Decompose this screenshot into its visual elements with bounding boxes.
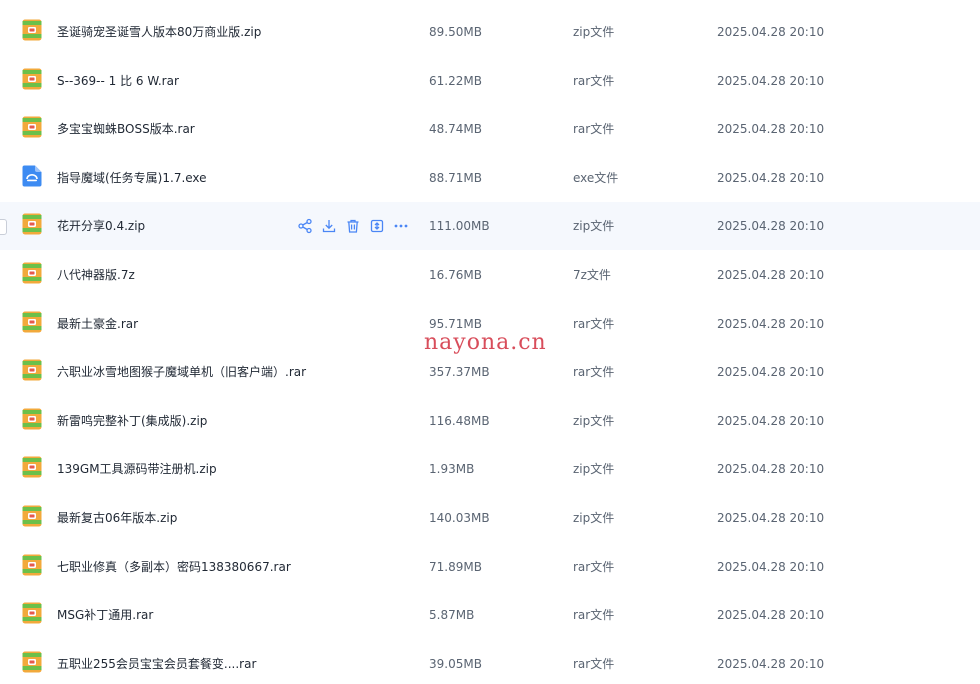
file-type: exe文件 [573,170,619,185]
file-name[interactable]: 多宝宝蜘蛛BOSS版本.rar [57,105,195,153]
archive-icon [22,213,42,235]
archive-icon [22,19,42,41]
archive-icon [22,359,42,381]
file-name[interactable]: 七职业修真（多副本）密码138380667.rar [57,543,291,591]
file-type: zip文件 [573,413,615,428]
file-row[interactable]: 最新复古06年版本.zip 140.03MB zip文件 2025.04.28 20:… [0,494,980,542]
file-date: 2025.04.28 20:10 [717,122,825,137]
archive-icon [22,408,42,430]
file-row[interactable]: 139GM工具源码带注册机.zip 1.93MB zip文件 2025.04.28 2… [0,445,980,493]
file-name[interactable]: 最新复古06年版本.zip [57,494,177,542]
file-date: 2025.04.28 20:10 [717,559,825,574]
file-row[interactable]: 指导魔域(任务专属)1.7.exe 88.71MB exe文件 2025.04.28 … [0,154,980,202]
archive-icon [22,602,42,624]
file-name[interactable]: 最新土豪金.rar [57,300,138,348]
file-row[interactable]: 花开分享0.4.zip 111.00MB zip文件 2025.04.28 20:1… [0,202,980,251]
file-name[interactable]: 八代神器版.7z [57,251,135,299]
move-icon[interactable] [369,218,385,234]
file-name[interactable]: 139GM工具源码带注册机.zip [57,445,217,493]
share-icon[interactable] [297,218,313,234]
file-date: 2025.04.28 20:10 [717,170,825,185]
file-size: 88.71MB [429,170,482,185]
file-name[interactable]: 新雷鸣完整补丁(集成版).zip [57,397,207,445]
file-size: 61.22MB [429,73,482,88]
file-row[interactable]: 八代神器版.7z 16.76MB 7z文件 2025.04.28 20:10 [0,251,980,299]
archive-icon [22,505,42,527]
file-date: 2025.04.28 20:10 [717,268,825,282]
file-type: rar文件 [573,656,615,671]
file-size: 16.76MB [429,268,482,282]
file-size: 71.89MB [429,559,482,574]
file-name[interactable]: MSG补丁通用.rar [57,591,153,639]
file-type: zip文件 [573,219,615,234]
file-type: 7z文件 [573,268,611,282]
archive-icon [22,116,42,138]
file-date: 2025.04.28 20:10 [717,365,825,380]
row-actions [297,218,409,234]
download-icon[interactable] [321,218,337,234]
watermark: nayona.cn [424,330,547,355]
file-row[interactable]: 五职业255会员宝宝会员套餐变....rar 39.05MB rar文件 2025.0… [0,640,980,684]
file-date: 2025.04.28 20:10 [717,413,825,428]
file-name[interactable]: 五职业255会员宝宝会员套餐变....rar [57,640,256,684]
file-type: rar文件 [573,73,615,88]
file-size: 89.50MB [429,25,482,39]
file-row[interactable]: 七职业修真（多副本）密码138380667.rar 71.89MB rar文件 202… [0,543,980,591]
file-name[interactable]: 圣诞骑宠圣诞雪人版本80万商业版.zip [57,8,261,56]
file-row[interactable]: 六职业冰雪地图猴子魔域单机（旧客户端）.rar 357.37MB rar文件 2025… [0,348,980,396]
file-row[interactable]: 新雷鸣完整补丁(集成版).zip 116.48MB zip文件 2025.04.28 … [0,397,980,445]
file-size: 39.05MB [429,656,482,671]
file-date: 2025.04.28 20:10 [717,219,825,234]
archive-icon [22,262,42,284]
archive-icon [22,311,42,333]
file-date: 2025.04.28 20:10 [717,73,825,88]
file-type: zip文件 [573,25,615,39]
file-name[interactable]: 六职业冰雪地图猴子魔域单机（旧客户端）.rar [57,348,306,396]
file-name[interactable]: S--369-- 1 比 6 W.rar [57,57,179,105]
file-date: 2025.04.28 20:10 [717,656,825,671]
trash-icon[interactable] [345,218,361,234]
file-type: rar文件 [573,316,615,331]
archive-icon [22,456,42,478]
row-checkbox[interactable] [0,219,7,236]
file-type: rar文件 [573,122,615,137]
file-date: 2025.04.28 20:10 [717,462,825,477]
file-row[interactable]: S--369-- 1 比 6 W.rar 61.22MB rar文件 2025.04.… [0,57,980,105]
file-type: rar文件 [573,559,615,574]
file-size: 1.93MB [429,462,475,477]
file-name[interactable]: 花开分享0.4.zip [57,202,145,250]
file-size: 111.00MB [429,219,490,234]
archive-icon [22,68,42,90]
exe-icon [22,165,42,187]
file-date: 2025.04.28 20:10 [717,316,825,331]
file-size: 140.03MB [429,511,490,525]
more-icon[interactable] [393,218,409,234]
file-date: 2025.04.28 20:10 [717,25,825,39]
file-size: 357.37MB [429,365,490,380]
file-date: 2025.04.28 20:10 [717,608,825,623]
file-size: 116.48MB [429,413,490,428]
file-type: rar文件 [573,608,615,623]
file-type: zip文件 [573,462,615,477]
file-name[interactable]: 指导魔域(任务专属)1.7.exe [57,154,207,202]
file-date: 2025.04.28 20:10 [717,511,825,525]
archive-icon [22,651,42,673]
file-type: rar文件 [573,365,615,380]
file-row[interactable]: 圣诞骑宠圣诞雪人版本80万商业版.zip 89.50MB zip文件 2025.04.… [0,8,980,56]
archive-icon [22,554,42,576]
file-size: 48.74MB [429,122,482,137]
file-row[interactable]: 多宝宝蜘蛛BOSS版本.rar 48.74MB rar文件 2025.04.28 20… [0,105,980,153]
file-type: zip文件 [573,511,615,525]
file-size: 5.87MB [429,608,475,623]
file-row[interactable]: MSG补丁通用.rar 5.87MB rar文件 2025.04.28 20:10 [0,591,980,639]
